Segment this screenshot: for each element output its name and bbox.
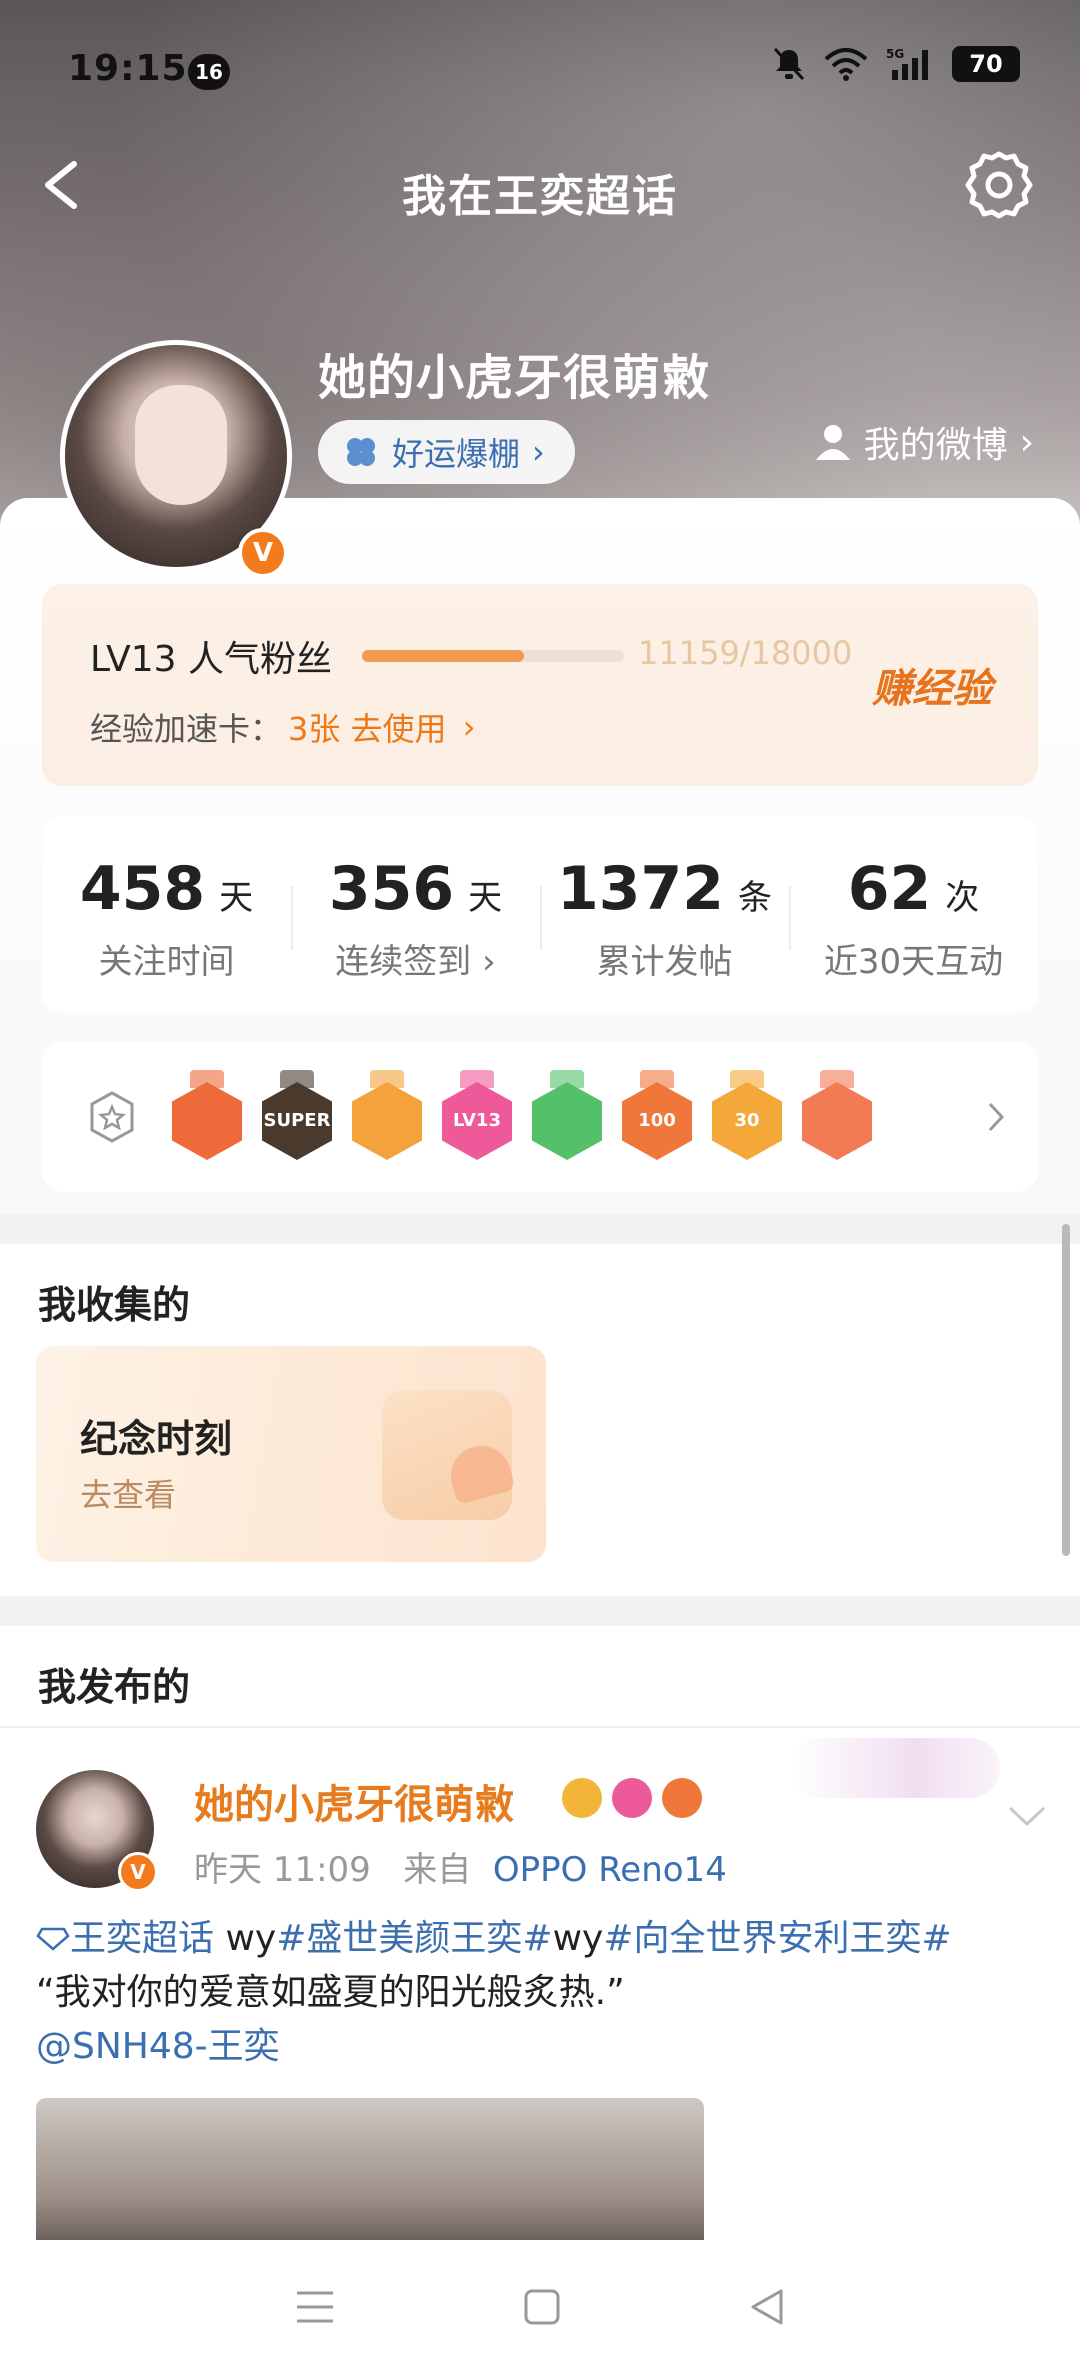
- stat-value: 356: [328, 854, 455, 924]
- stat-checkin-days[interactable]: 356 天 连续签到 ›: [291, 816, 540, 1012]
- collected-section: 我收集的 纪念时刻 去查看: [0, 1244, 1080, 1596]
- level-progress-fill: [362, 650, 525, 662]
- settings-button[interactable]: [962, 148, 1036, 222]
- user-icon: [815, 425, 850, 460]
- level-progress-text: 11159/18000: [638, 634, 853, 672]
- topic-link[interactable]: 王奕超话: [36, 1918, 214, 1959]
- fox-badge-icon: [662, 1778, 702, 1818]
- my-weibo-label: 我的微博: [863, 425, 1008, 466]
- exp-card-value: 3张 去使用: [288, 710, 447, 748]
- post-decoration: [790, 1738, 1000, 1798]
- exp-card-label: 经验加速卡：: [90, 710, 283, 748]
- stat-unit: 条: [738, 878, 772, 918]
- stat-unit: 天: [219, 878, 254, 918]
- post-body: 王奕超话 wy#盛世美颜王奕#wy#向全世界安利王奕# “我对你的爱意如盛夏的阳…: [36, 1912, 1046, 2074]
- post-text: wy: [214, 1918, 277, 1959]
- stat-label: 关注时间: [98, 942, 235, 982]
- my-weibo-link[interactable]: 我的微博 ›: [814, 416, 1034, 468]
- diamond-icon: [36, 1927, 70, 1951]
- section-divider: [0, 1596, 1080, 1626]
- chevron-right-icon: ›: [1019, 421, 1034, 463]
- 100days-medal-icon: 100: [622, 1070, 692, 1160]
- hashtag-link[interactable]: #向全世界安利王奕#: [603, 1918, 951, 1959]
- super-medal-icon: SUPER: [262, 1070, 332, 1160]
- 30days-medal-icon: 30: [712, 1070, 782, 1160]
- stat-value: 458: [79, 854, 206, 924]
- crown-medal-icon: [352, 1070, 422, 1160]
- svg-text:5G: 5G: [886, 47, 904, 61]
- system-nav-bar: [0, 2240, 1080, 2373]
- stats-panel: 458 天 关注时间 356 天 连续签到 › 1372 条 累计发帖 62 次 近30…: [42, 816, 1038, 1012]
- hand-medal-icon: [532, 1070, 602, 1160]
- crown-badge-icon: [562, 1778, 602, 1818]
- status-icons: 5G 70: [772, 46, 1020, 82]
- exp-card-row[interactable]: 经验加速卡： 3张 去使用 ›: [90, 704, 476, 750]
- collected-title: 我收集的: [38, 1283, 191, 1327]
- post-meta: 昨天 11:09 来自 OPPO Reno14: [194, 1842, 727, 1891]
- post-text: wy: [552, 1918, 604, 1959]
- author-badges: [562, 1778, 702, 1818]
- badge-wall[interactable]: SUPER LV13 100 30: [42, 1042, 1038, 1192]
- status-time: 19:15: [68, 48, 188, 89]
- chevron-down-icon[interactable]: [1004, 1796, 1050, 1836]
- home-icon[interactable]: [522, 2287, 562, 2327]
- menu-icon[interactable]: [293, 2287, 337, 2327]
- fox-medal-icon: [172, 1070, 242, 1160]
- post-author[interactable]: 她的小虎牙很萌敹: [194, 1772, 514, 1830]
- post-time: 昨天 11:09: [194, 1850, 371, 1890]
- chevron-right-icon: [988, 1102, 1005, 1132]
- post-from-label: 来自: [403, 1850, 472, 1890]
- posted-title: 我发布的: [38, 1665, 191, 1709]
- memory-moments-card[interactable]: 纪念时刻 去查看: [36, 1346, 546, 1562]
- hashtag-link[interactable]: #盛世美颜王奕#: [276, 1918, 552, 1959]
- rock-medal-icon: [802, 1070, 872, 1160]
- signal-5g-icon: 5G: [886, 47, 928, 80]
- stat-label: 连续签到 ›: [335, 942, 496, 982]
- verified-badge-icon: V: [238, 528, 288, 578]
- lv13-medal-icon: LV13: [442, 1070, 512, 1160]
- clover-icon: [347, 438, 375, 466]
- wifi-icon: [824, 48, 868, 81]
- earn-exp-button[interactable]: 赚经验: [872, 656, 992, 714]
- stat-follow-days: 458 天 关注时间: [42, 816, 291, 1012]
- level-progress-bar: [362, 650, 624, 662]
- stat-unit: 次: [945, 878, 980, 918]
- profile-avatar[interactable]: V: [60, 340, 292, 578]
- level-label: LV13 人气粉丝: [90, 639, 332, 680]
- stat-interactions: 62 次 近30天互动: [789, 816, 1038, 1012]
- mention-link[interactable]: @SNH48-王奕: [36, 2020, 1046, 2074]
- mute-bell-icon: [773, 47, 805, 81]
- diamond-badge-icon: [612, 1778, 652, 1818]
- stat-label: 累计发帖: [596, 942, 733, 982]
- luck-tag-button[interactable]: 好运爆棚 ›: [318, 420, 575, 484]
- memory-card-subtitle: 去查看: [80, 1476, 177, 1514]
- post-device[interactable]: OPPO Reno14: [493, 1850, 727, 1890]
- page-title: 我在王奕超话: [402, 171, 678, 222]
- stat-unit: 天: [468, 878, 503, 918]
- gear-icon: [965, 151, 1033, 219]
- post-quote: “我对你的爱意如盛夏的阳光般炙热.”: [36, 1972, 625, 2013]
- level-card[interactable]: LV13 人气粉丝 11159/18000 赚经验 经验加速卡： 3张 去使用 …: [42, 584, 1038, 786]
- section-divider: [0, 1214, 1080, 1244]
- divider: [0, 1726, 1080, 1728]
- back-triangle-icon[interactable]: [747, 2287, 787, 2327]
- luck-tag-label: 好运爆棚: [392, 435, 521, 473]
- profile-card: LV13 人气粉丝 11159/18000 赚经验 经验加速卡： 3张 去使用 …: [0, 498, 1080, 1218]
- status-bar: 19:15 16 5G 70: [0, 0, 1080, 140]
- chevron-right-icon: ›: [452, 708, 476, 746]
- badge-list: SUPER LV13 100 30: [172, 1070, 872, 1160]
- verified-badge-icon: V: [118, 1852, 158, 1892]
- profile-username: 她的小虎牙很萌敹: [318, 350, 711, 406]
- topic-label: 王奕超话: [70, 1918, 215, 1959]
- notification-count-badge: 16: [188, 54, 230, 90]
- memory-card-title: 纪念时刻: [80, 1417, 233, 1461]
- chevron-right-icon: ›: [532, 433, 545, 471]
- scrollbar[interactable]: [1062, 1224, 1070, 1556]
- stat-label: 近30天互动: [823, 942, 1004, 982]
- stat-value: 1372: [557, 854, 724, 924]
- stat-value: 62: [847, 854, 932, 924]
- battery-indicator: 70: [952, 46, 1020, 82]
- badge-wall-icon: [90, 1091, 134, 1143]
- stat-posts: 1372 条 累计发帖: [540, 816, 789, 1012]
